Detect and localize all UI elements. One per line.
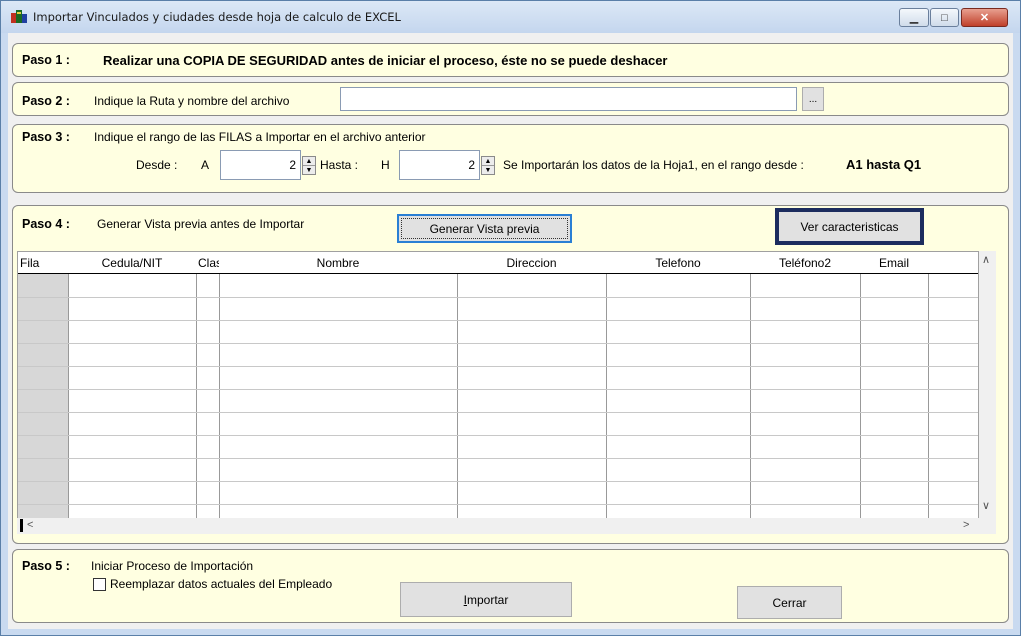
paso3-instruction: Indique el rango de las FILAS a Importar… <box>94 130 426 144</box>
column-header[interactable]: Direccion <box>457 252 606 274</box>
column-header[interactable]: Teléfono2 <box>750 252 860 274</box>
grid-row-line <box>18 366 978 367</box>
paso2-instruction: Indique la Ruta y nombre del archivo <box>94 94 290 108</box>
paso3-panel: Paso 3 : Indique el rango de las FILAS a… <box>12 124 1009 193</box>
spin-down-icon[interactable]: ▼ <box>303 166 315 174</box>
hasta-column: H <box>381 158 390 172</box>
desde-input[interactable]: 2 <box>220 150 301 180</box>
column-header[interactable]: Clas <box>196 252 219 274</box>
scroll-left-icon[interactable]: < <box>27 519 33 531</box>
column-header[interactable]: Nombre <box>219 252 457 274</box>
desde-column: A <box>201 158 210 172</box>
hasta-input[interactable]: 2 <box>399 150 480 180</box>
scroll-down-icon[interactable]: ∨ <box>982 499 990 512</box>
paso5-label: Paso 5 : <box>22 559 70 573</box>
browse-button[interactable]: ... <box>802 87 824 111</box>
file-path-input[interactable] <box>340 87 797 111</box>
column-header[interactable]: Cedula/NIT <box>68 252 196 274</box>
grid-column-line <box>860 274 861 533</box>
grid-row-line <box>18 297 978 298</box>
column-header[interactable]: Telefono <box>606 252 750 274</box>
grid-row-line <box>18 458 978 459</box>
close-button[interactable]: Cerrar <box>737 586 842 619</box>
view-features-button[interactable]: Ver caracteristicas <box>775 208 924 245</box>
column-header-extra <box>928 252 978 274</box>
desde-spinner[interactable]: ▲ ▼ <box>302 156 316 175</box>
preview-grid[interactable]: FilaCedula/NITClasNombreDireccionTelefon… <box>17 251 979 534</box>
paso5-panel: Paso 5 : Iniciar Proceso de Importación … <box>12 549 1009 623</box>
window-title: Importar Vinculados y ciudades desde hoj… <box>33 10 401 24</box>
horizontal-scrollbar[interactable]: < > <box>17 518 996 534</box>
grid-row-line <box>18 320 978 321</box>
desde-label: Desde : <box>136 158 178 172</box>
paso4-label: Paso 4 : <box>22 217 70 231</box>
scroll-thumb[interactable] <box>20 519 23 532</box>
import-range-value: A1 hasta Q1 <box>846 157 922 172</box>
minimize-button[interactable]: ▁ <box>899 8 929 27</box>
import-button[interactable]: Importar <box>400 582 572 617</box>
spin-up-icon[interactable]: ▲ <box>303 157 315 166</box>
paso2-label: Paso 2 : <box>22 94 70 108</box>
paso2-panel: Paso 2 : Indique la Ruta y nombre del ar… <box>12 82 1009 116</box>
main-window: Importar Vinculados y ciudades desde hoj… <box>0 0 1021 636</box>
grid-row-line <box>18 481 978 482</box>
paso1-label: Paso 1 : <box>22 53 70 67</box>
grid-column-line <box>750 274 751 533</box>
scroll-right-icon[interactable]: > <box>963 519 969 531</box>
close-window-button[interactable]: ✕ <box>961 8 1008 27</box>
grid-row-line <box>18 504 978 505</box>
hasta-spinner[interactable]: ▲ ▼ <box>481 156 495 175</box>
spin-down-icon[interactable]: ▼ <box>482 166 494 174</box>
spin-up-icon[interactable]: ▲ <box>482 157 494 166</box>
generate-preview-button[interactable]: Generar Vista previa <box>397 214 572 243</box>
grid-row-line <box>18 343 978 344</box>
scroll-up-icon[interactable]: ∧ <box>982 253 990 266</box>
grid-column-line <box>606 274 607 533</box>
import-label: mportar <box>467 592 509 607</box>
grid-row-line <box>18 435 978 436</box>
paso3-label: Paso 3 : <box>22 130 70 144</box>
grid-column-line <box>457 274 458 533</box>
import-range-info: Se Importarán los datos de la Hoja1, en … <box>503 158 804 172</box>
grid-column-line <box>928 274 929 533</box>
row-selector-column[interactable] <box>18 274 68 533</box>
vertical-scrollbar[interactable]: ∧ ∨ <box>979 251 996 518</box>
paso1-panel: Paso 1 : Realizar una COPIA DE SEGURIDAD… <box>12 43 1009 77</box>
grid-row-line <box>18 389 978 390</box>
paso5-instruction: Iniciar Proceso de Importación <box>91 559 254 573</box>
client-area: Paso 1 : Realizar una COPIA DE SEGURIDAD… <box>8 33 1013 629</box>
excel-import-icon <box>11 10 27 23</box>
column-header[interactable]: Email <box>860 252 928 274</box>
maximize-button[interactable]: □ <box>930 8 959 27</box>
hasta-label: Hasta : <box>320 158 359 172</box>
replace-data-label[interactable]: Reemplazar datos actuales del Empleado <box>110 577 332 591</box>
grid-row-line <box>18 412 978 413</box>
minimize-icon: ▁ <box>909 12 919 24</box>
title-bar[interactable]: Importar Vinculados y ciudades desde hoj… <box>1 1 1020 33</box>
replace-data-checkbox[interactable] <box>93 578 106 591</box>
column-header[interactable]: Fila <box>18 252 68 274</box>
paso1-warning: Realizar una COPIA DE SEGURIDAD antes de… <box>103 53 668 68</box>
paso4-instruction: Generar Vista previa antes de Importar <box>97 217 305 231</box>
maximize-icon: □ <box>941 11 948 24</box>
grid-column-line <box>68 274 69 533</box>
grid-column-line <box>196 274 197 533</box>
grid-column-line <box>219 274 220 533</box>
close-icon: ✕ <box>979 12 990 24</box>
